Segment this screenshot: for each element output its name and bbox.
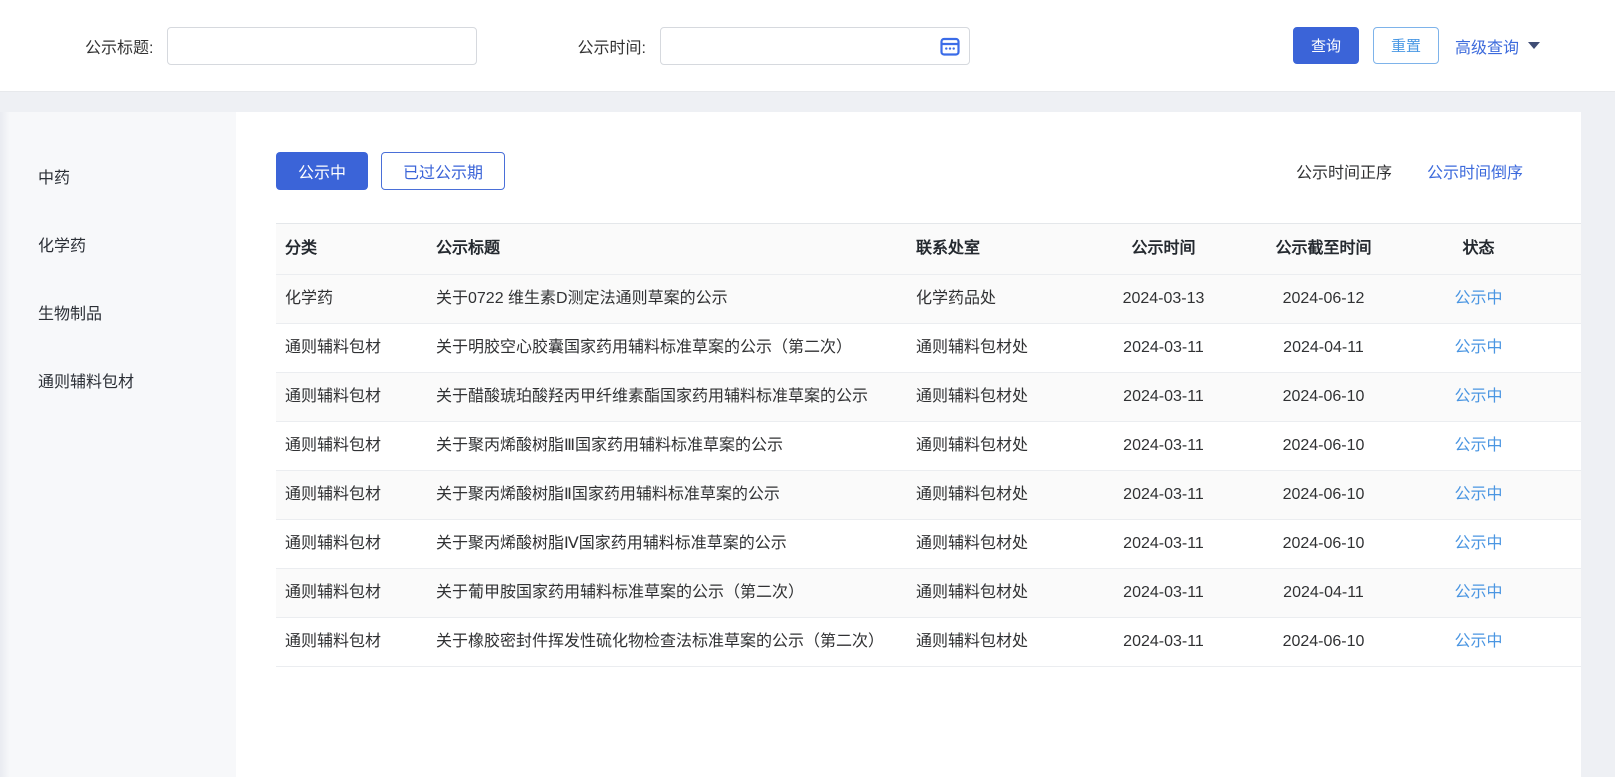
cell-publish-time: 2024-03-11	[1101, 569, 1226, 617]
cell-status: 公示中	[1421, 275, 1536, 323]
cell-status: 公示中	[1421, 324, 1536, 372]
cell-contact-office: 通则辅料包材处	[916, 422, 1101, 470]
table-row: 通则辅料包材 关于葡甲胺国家药用辅料标准草案的公示（第二次） 通则辅料包材处 2…	[276, 569, 1581, 618]
cell-category: 通则辅料包材	[276, 618, 436, 666]
column-header-0: 分类	[276, 224, 436, 274]
search-toolbar: 公示标题: 公示时间: 查询 重置 高级查询	[0, 0, 1615, 92]
cell-contact-office: 通则辅料包材处	[916, 373, 1101, 421]
cell-deadline: 2024-06-10	[1226, 618, 1421, 666]
cell-status: 公示中	[1421, 471, 1536, 519]
column-header-4: 公示截至时间	[1226, 224, 1421, 274]
cell-publish-time: 2024-03-11	[1101, 520, 1226, 568]
cell-publish-time: 2024-03-11	[1101, 373, 1226, 421]
cell-notice-title[interactable]: 关于0722 维生素D测定法通则草案的公示	[436, 275, 916, 323]
cell-deadline: 2024-06-10	[1226, 422, 1421, 470]
search-actions: 查询 重置 高级查询	[1293, 27, 1540, 64]
tabs-and-sort-row: 公示中已过公示期 公示时间正序 公示时间倒序	[276, 152, 1581, 190]
cell-deadline: 2024-04-11	[1226, 324, 1421, 372]
table-row: 通则辅料包材 关于聚丙烯酸树脂Ⅱ国家药用辅料标准草案的公示 通则辅料包材处 20…	[276, 471, 1581, 520]
calendar-icon[interactable]	[940, 36, 960, 56]
cell-notice-title[interactable]: 关于醋酸琥珀酸羟丙甲纤维素酯国家药用辅料标准草案的公示	[436, 373, 916, 421]
cell-contact-office: 通则辅料包材处	[916, 324, 1101, 372]
sort-link-0[interactable]: 公示时间正序	[1296, 159, 1392, 183]
advanced-query-label: 高级查询	[1455, 34, 1519, 58]
cell-contact-office: 化学药品处	[916, 275, 1101, 323]
cell-notice-title[interactable]: 关于橡胶密封件挥发性硫化物检查法标准草案的公示（第二次）	[436, 618, 916, 666]
cell-deadline: 2024-04-11	[1226, 569, 1421, 617]
cell-notice-title[interactable]: 关于聚丙烯酸树脂Ⅳ国家药用辅料标准草案的公示	[436, 520, 916, 568]
cell-deadline: 2024-06-10	[1226, 471, 1421, 519]
advanced-query-dropdown[interactable]: 高级查询	[1455, 34, 1540, 58]
cell-publish-time: 2024-03-11	[1101, 324, 1226, 372]
table-row: 化学药 关于0722 维生素D测定法通则草案的公示 化学药品处 2024-03-…	[276, 275, 1581, 324]
table-header-row: 分类公示标题联系处室公示时间公示截至时间状态	[276, 224, 1581, 275]
table-row: 通则辅料包材 关于橡胶密封件挥发性硫化物检查法标准草案的公示（第二次） 通则辅料…	[276, 618, 1581, 667]
cell-category: 通则辅料包材	[276, 520, 436, 568]
column-header-1: 公示标题	[436, 224, 916, 274]
status-link[interactable]: 公示中	[1454, 633, 1502, 650]
tab-1[interactable]: 已过公示期	[381, 152, 505, 190]
notice-time-field: 公示时间:	[577, 27, 969, 65]
cell-status: 公示中	[1421, 618, 1536, 666]
column-header-2: 联系处室	[916, 224, 1101, 274]
cell-status: 公示中	[1421, 569, 1536, 617]
status-link[interactable]: 公示中	[1454, 437, 1502, 454]
sidebar-item-3[interactable]: 通则辅料包材	[0, 346, 236, 414]
sidebar-item-2[interactable]: 生物制品	[0, 278, 236, 346]
cell-contact-office: 通则辅料包材处	[916, 520, 1101, 568]
reset-button[interactable]: 重置	[1373, 27, 1439, 64]
status-link[interactable]: 公示中	[1454, 388, 1502, 405]
notice-time-label: 公示时间:	[577, 34, 645, 58]
cell-deadline: 2024-06-10	[1226, 520, 1421, 568]
notice-panel: 公示中已过公示期 公示时间正序公示时间倒序 分类公示标题联系处室公示时间公示截至…	[236, 112, 1581, 777]
cell-notice-title[interactable]: 关于聚丙烯酸树脂Ⅱ国家药用辅料标准草案的公示	[436, 471, 916, 519]
table-row: 通则辅料包材 关于醋酸琥珀酸羟丙甲纤维素酯国家药用辅料标准草案的公示 通则辅料包…	[276, 373, 1581, 422]
caret-down-icon	[1528, 42, 1540, 49]
cell-category: 通则辅料包材	[276, 569, 436, 617]
column-header-3: 公示时间	[1101, 224, 1226, 274]
status-link[interactable]: 公示中	[1454, 486, 1502, 503]
tab-0[interactable]: 公示中	[276, 152, 368, 190]
cell-publish-time: 2024-03-11	[1101, 471, 1226, 519]
table-row: 通则辅料包材 关于明胶空心胶囊国家药用辅料标准草案的公示（第二次） 通则辅料包材…	[276, 324, 1581, 373]
cell-status: 公示中	[1421, 422, 1536, 470]
cell-deadline: 2024-06-12	[1226, 275, 1421, 323]
notice-table: 分类公示标题联系处室公示时间公示截至时间状态 化学药 关于0722 维生素D测定…	[276, 223, 1581, 667]
cell-category: 化学药	[276, 275, 436, 323]
query-button[interactable]: 查询	[1293, 27, 1359, 64]
cell-category: 通则辅料包材	[276, 471, 436, 519]
cell-publish-time: 2024-03-13	[1101, 275, 1226, 323]
notice-time-input[interactable]	[660, 27, 970, 65]
cell-status: 公示中	[1421, 373, 1536, 421]
cell-category: 通则辅料包材	[276, 373, 436, 421]
content-area: 中药化学药生物制品通则辅料包材 公示中已过公示期 公示时间正序公示时间倒序 分类…	[0, 112, 1615, 777]
cell-contact-office: 通则辅料包材处	[916, 471, 1101, 519]
status-link[interactable]: 公示中	[1454, 535, 1502, 552]
cell-notice-title[interactable]: 关于明胶空心胶囊国家药用辅料标准草案的公示（第二次）	[436, 324, 916, 372]
column-header-5: 状态	[1421, 224, 1536, 274]
status-link[interactable]: 公示中	[1454, 339, 1502, 356]
cell-category: 通则辅料包材	[276, 324, 436, 372]
cell-contact-office: 通则辅料包材处	[916, 569, 1101, 617]
status-link[interactable]: 公示中	[1454, 290, 1502, 307]
cell-contact-office: 通则辅料包材处	[916, 618, 1101, 666]
cell-notice-title[interactable]: 关于聚丙烯酸树脂Ⅲ国家药用辅料标准草案的公示	[436, 422, 916, 470]
table-row: 通则辅料包材 关于聚丙烯酸树脂Ⅲ国家药用辅料标准草案的公示 通则辅料包材处 20…	[276, 422, 1581, 471]
cell-publish-time: 2024-03-11	[1101, 618, 1226, 666]
cell-publish-time: 2024-03-11	[1101, 422, 1226, 470]
sidebar-item-1[interactable]: 化学药	[0, 210, 236, 278]
cell-notice-title[interactable]: 关于葡甲胺国家药用辅料标准草案的公示（第二次）	[436, 569, 916, 617]
notice-title-input[interactable]	[167, 27, 477, 65]
category-sidebar: 中药化学药生物制品通则辅料包材	[0, 112, 236, 777]
cell-deadline: 2024-06-10	[1226, 373, 1421, 421]
notice-title-label: 公示标题:	[85, 34, 153, 58]
status-link[interactable]: 公示中	[1454, 584, 1502, 601]
table-row: 通则辅料包材 关于聚丙烯酸树脂Ⅳ国家药用辅料标准草案的公示 通则辅料包材处 20…	[276, 520, 1581, 569]
cell-status: 公示中	[1421, 520, 1536, 568]
sidebar-item-0[interactable]: 中药	[0, 142, 236, 210]
cell-category: 通则辅料包材	[276, 422, 436, 470]
sort-link-1[interactable]: 公示时间倒序	[1427, 159, 1523, 183]
